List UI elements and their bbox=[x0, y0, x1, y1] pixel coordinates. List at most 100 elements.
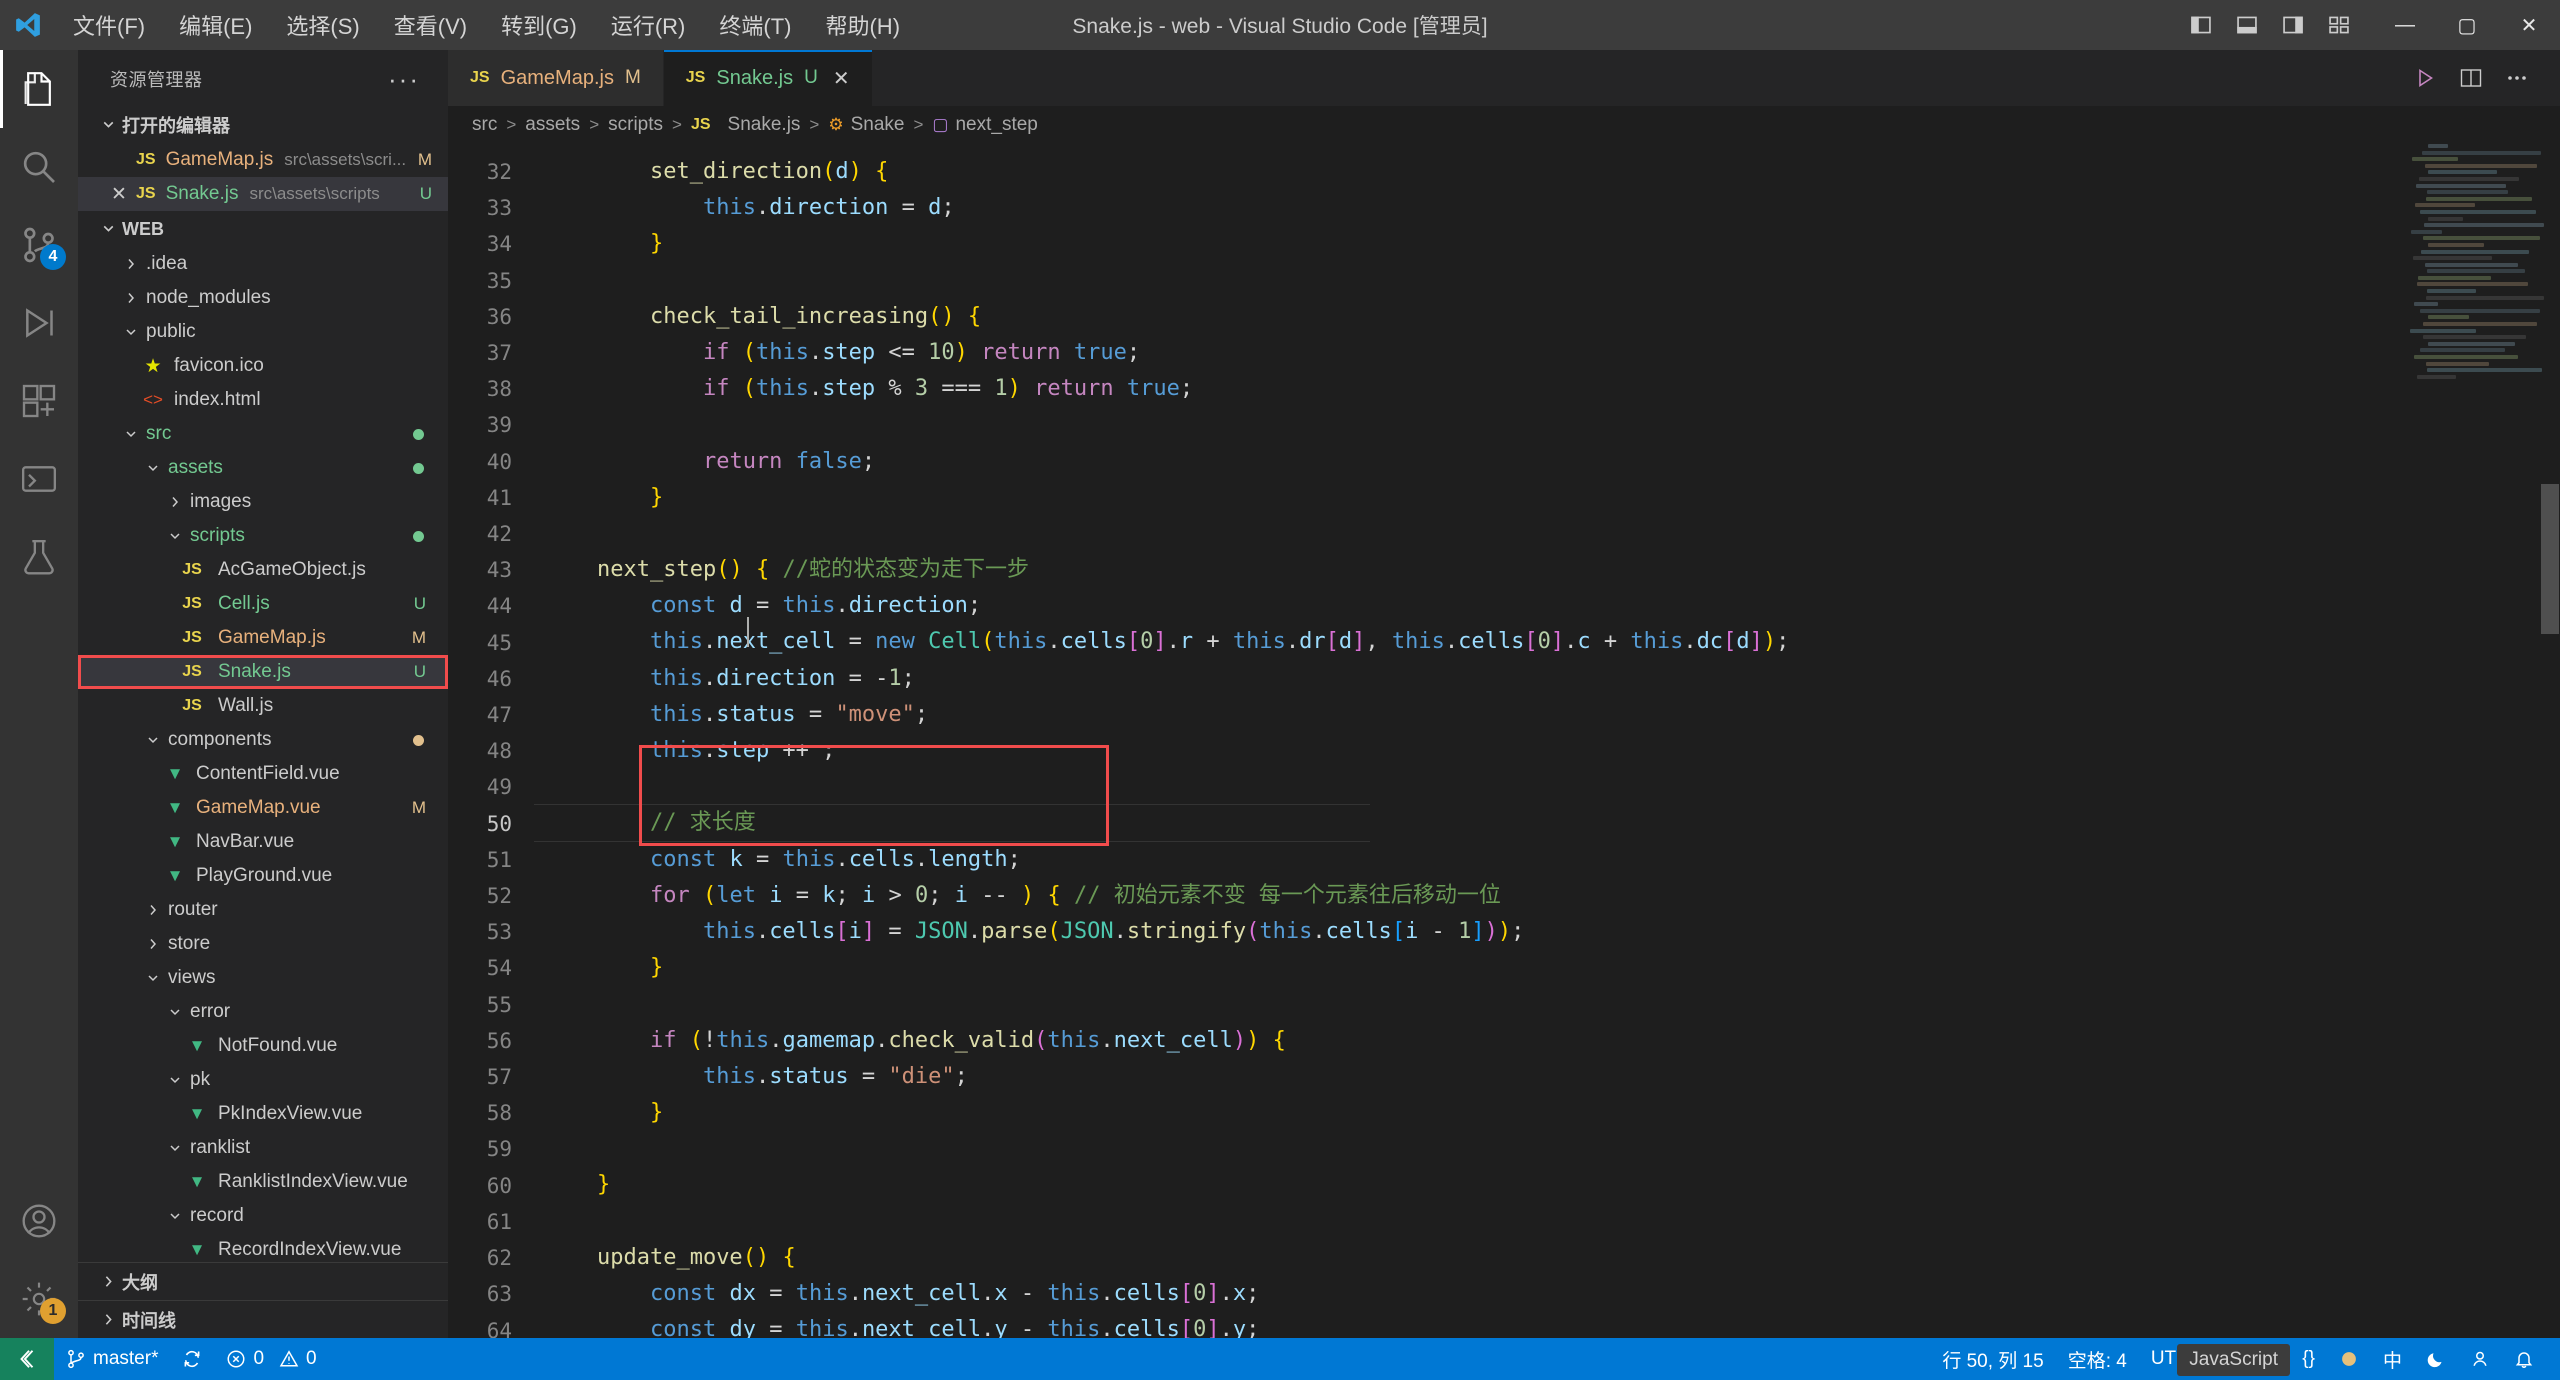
code-line[interactable] bbox=[544, 986, 2560, 1022]
status-problems[interactable]: 0 0 bbox=[214, 1338, 328, 1380]
breadcrumb-item-snake[interactable]: ⚙ Snake bbox=[828, 114, 904, 136]
code-line[interactable] bbox=[544, 407, 2560, 443]
breadcrumb-item-next-step[interactable]: ▢ next_step bbox=[932, 114, 1037, 136]
breadcrumb-item-src[interactable]: src bbox=[472, 114, 497, 136]
status-cursor-position[interactable]: 行 50, 列 15 bbox=[1930, 1338, 2055, 1380]
code-line[interactable] bbox=[544, 263, 2560, 299]
code-line[interactable]: } bbox=[544, 480, 2560, 516]
tree-item-ranklistindexview-vue[interactable]: ▼ RanklistIndexView.vue bbox=[78, 1165, 448, 1199]
activity-settings[interactable]: 1 bbox=[0, 1260, 78, 1338]
tree-item-pkindexview-vue[interactable]: ▼ PkIndexView.vue bbox=[78, 1097, 448, 1131]
code-line[interactable]: this.status = "move"; bbox=[544, 697, 2560, 733]
code-line[interactable]: this.direction = -1; bbox=[544, 661, 2560, 697]
tree-item-notfound-vue[interactable]: ▼ NotFound.vue bbox=[78, 1029, 448, 1063]
tab-snake-js[interactable]: JS Snake.js U ✕ bbox=[663, 50, 873, 106]
code-line[interactable]: const dy = this.next_cell.y - this.cells… bbox=[544, 1312, 2560, 1338]
tree-item-ranklist[interactable]: ranklist bbox=[78, 1131, 448, 1165]
tree-item-views[interactable]: views bbox=[78, 961, 448, 995]
tree-item-record[interactable]: record bbox=[78, 1199, 448, 1233]
minimize-button[interactable]: — bbox=[2374, 0, 2436, 50]
activity-remote-explorer[interactable] bbox=[0, 440, 78, 518]
code-line[interactable]: const dx = this.next_cell.x - this.cells… bbox=[544, 1276, 2560, 1312]
activity-search[interactable] bbox=[0, 128, 78, 206]
open-editor-gamemap[interactable]: JS GameMap.js src\assets\scri... M bbox=[78, 143, 448, 177]
code-line[interactable]: next_step() { //蛇的状态变为走下一步 bbox=[544, 552, 2560, 588]
remote-indicator[interactable] bbox=[0, 1338, 54, 1380]
tree-item-node-modules[interactable]: node_modules bbox=[78, 281, 448, 315]
activity-extensions[interactable] bbox=[0, 362, 78, 440]
run-code-icon[interactable] bbox=[2404, 57, 2446, 99]
code-line[interactable] bbox=[544, 516, 2560, 552]
breadcrumb-item-scripts[interactable]: scripts bbox=[608, 114, 663, 136]
tab-gamemap-js[interactable]: JS GameMap.js M bbox=[448, 50, 664, 106]
breadcrumb[interactable]: src > assets > scripts > JS Snake.js > ⚙ Snake > ▢ ne… bbox=[448, 106, 2560, 144]
code-editor[interactable]: 32 33 34 35 36 37 38 39 40 41 42 43 44 45 46 47 48 49 50 51… bbox=[448, 144, 2560, 1338]
tree-item-pk[interactable]: pk bbox=[78, 1063, 448, 1097]
tree-item-contentfield-vue[interactable]: ▼ ContentField.vue bbox=[78, 757, 448, 791]
code-line[interactable]: if (!this.gamemap.check_valid(this.next_… bbox=[544, 1023, 2560, 1059]
code-line[interactable] bbox=[544, 769, 2560, 805]
toggle-panel-icon[interactable] bbox=[2224, 0, 2270, 50]
tree-item-wall-js[interactable]: JS Wall.js bbox=[78, 689, 448, 723]
sidebar-more-actions[interactable]: ··· bbox=[388, 66, 420, 92]
menu-go[interactable]: 转到(G) bbox=[484, 3, 594, 47]
code-line[interactable]: const k = this.cells.length; bbox=[544, 842, 2560, 878]
code-line[interactable]: this.cells[i] = JSON.parse(JSON.stringif… bbox=[544, 914, 2560, 950]
tree-item-playground-vue[interactable]: ▼ PlayGround.vue bbox=[78, 859, 448, 893]
status-ime[interactable]: 中 bbox=[2371, 1338, 2414, 1380]
tree-item-src[interactable]: src bbox=[78, 417, 448, 451]
close-editor-icon[interactable]: ✕ bbox=[102, 183, 136, 206]
code-line[interactable]: } bbox=[544, 950, 2560, 986]
code-line[interactable]: } bbox=[544, 1167, 2560, 1203]
code-line[interactable] bbox=[544, 1131, 2560, 1167]
code-line[interactable]: } bbox=[544, 1095, 2560, 1131]
status-branch[interactable]: master* bbox=[54, 1338, 170, 1380]
code-line[interactable]: check_tail_increasing() { bbox=[544, 299, 2560, 335]
code-line[interactable]: update_move() { bbox=[544, 1240, 2560, 1276]
menu-terminal[interactable]: 终端(T) bbox=[702, 3, 808, 47]
open-editor-snake[interactable]: ✕ JS Snake.js src\assets\scripts U bbox=[78, 177, 448, 211]
tree-item-index-html[interactable]: <> index.html bbox=[78, 383, 448, 417]
split-editor-icon[interactable] bbox=[2450, 57, 2492, 99]
workspace-header[interactable]: WEB bbox=[78, 211, 448, 247]
code-line[interactable]: // 求长度 bbox=[534, 804, 2560, 843]
code-line[interactable] bbox=[544, 1203, 2560, 1239]
code-line[interactable]: this.next_cell = new Cell(this.cells[0].… bbox=[544, 624, 2560, 660]
code-line[interactable]: this.status = "die"; bbox=[544, 1059, 2560, 1095]
code-line[interactable]: this.step ++ ; bbox=[544, 733, 2560, 769]
tree-item-gamemap-vue[interactable]: ▼ GameMap.vue M bbox=[78, 791, 448, 825]
code-line[interactable]: } bbox=[544, 226, 2560, 262]
tree-item-components[interactable]: components bbox=[78, 723, 448, 757]
menu-selection[interactable]: 选择(S) bbox=[269, 3, 376, 47]
minimap[interactable] bbox=[2410, 144, 2545, 1338]
status-sync[interactable] bbox=[170, 1338, 214, 1380]
status-theme-toggle[interactable] bbox=[2414, 1338, 2458, 1380]
code-content[interactable]: set_direction(d) { this.direction = d; }… bbox=[534, 144, 2560, 1338]
status-account[interactable] bbox=[2458, 1338, 2502, 1380]
tree-item-assets[interactable]: assets bbox=[78, 451, 448, 485]
tree-item-cell-js[interactable]: JS Cell.js U bbox=[78, 587, 448, 621]
tree-item-favicon-ico[interactable]: ★ favicon.ico bbox=[78, 349, 448, 383]
code-line[interactable]: const d = this.direction; bbox=[544, 588, 2560, 624]
timeline-section-header[interactable]: 时间线 bbox=[78, 1300, 448, 1338]
code-line[interactable]: for (let i = k; i > 0; i -- ) { // 初始元素不… bbox=[544, 878, 2560, 914]
tree-item--idea[interactable]: .idea bbox=[78, 247, 448, 281]
menu-file[interactable]: 文件(F) bbox=[56, 3, 162, 47]
activity-testing[interactable] bbox=[0, 518, 78, 596]
tree-item-images[interactable]: images bbox=[78, 485, 448, 519]
tree-item-error[interactable]: error bbox=[78, 995, 448, 1029]
menu-edit[interactable]: 编辑(E) bbox=[162, 3, 269, 47]
tree-item-snake-js[interactable]: JS Snake.js U bbox=[78, 655, 448, 689]
code-line[interactable]: set_direction(d) { bbox=[544, 154, 2560, 190]
activity-run-debug[interactable] bbox=[0, 284, 78, 362]
status-indentation[interactable]: 空格: 4 bbox=[2056, 1338, 2139, 1380]
maximize-button[interactable]: ▢ bbox=[2436, 0, 2498, 50]
code-line[interactable]: return false; bbox=[544, 444, 2560, 480]
status-notifications[interactable] bbox=[2502, 1338, 2560, 1380]
status-language-mode[interactable]: {} bbox=[2290, 1338, 2327, 1380]
tree-item-gamemap-js[interactable]: JS GameMap.js M bbox=[78, 621, 448, 655]
status-dot-indicator[interactable] bbox=[2327, 1338, 2371, 1380]
open-editors-header[interactable]: 打开的编辑器 bbox=[78, 107, 448, 143]
menu-help[interactable]: 帮助(H) bbox=[808, 3, 917, 47]
code-line[interactable]: if (this.step <= 10) return true; bbox=[544, 335, 2560, 371]
